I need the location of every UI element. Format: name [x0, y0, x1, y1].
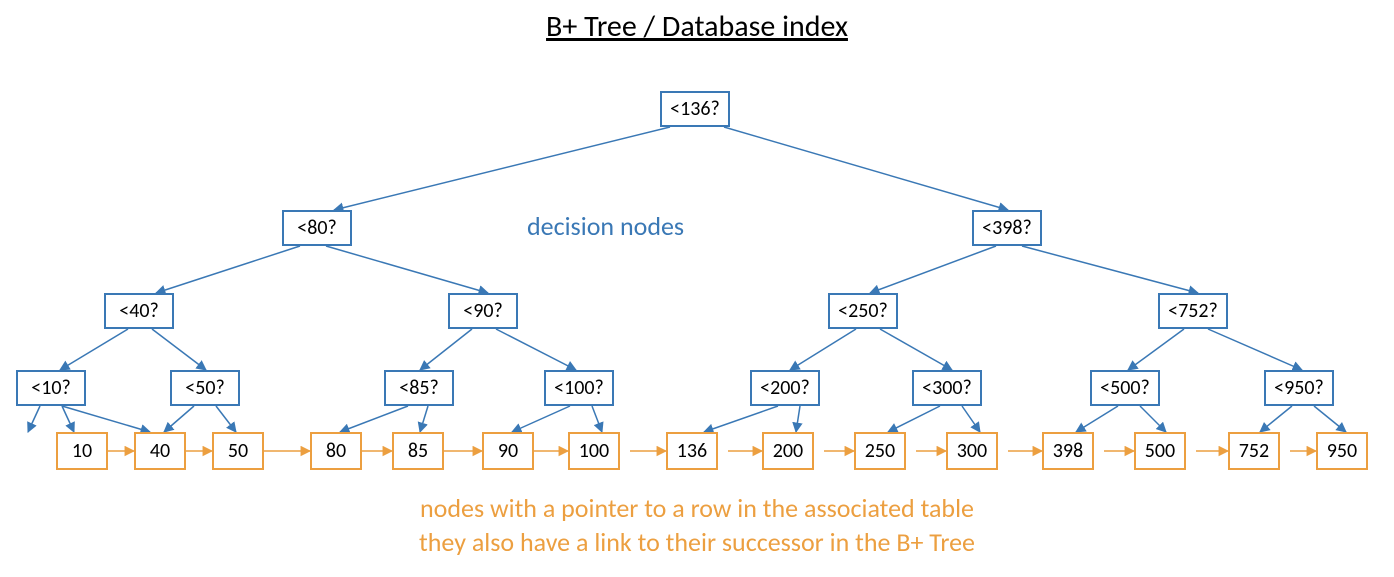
leaf-node: 300	[946, 432, 998, 470]
tree-edge	[334, 127, 670, 210]
tree-edge	[152, 329, 206, 370]
tree-edge	[60, 329, 128, 370]
leaf-node: 136	[666, 432, 718, 470]
leaf-node: 250	[854, 432, 906, 470]
tree-edge	[796, 406, 800, 432]
tree-edge	[1076, 406, 1118, 432]
tree-edge	[724, 127, 1008, 210]
leaf-nodes-label-line2: they also have a link to their successor…	[0, 526, 1394, 558]
tree-edge	[1128, 329, 1184, 370]
leaf-node: 950	[1316, 432, 1368, 470]
decision-node-l3g: <500?	[1090, 370, 1160, 406]
decision-node-l3f: <300?	[912, 370, 982, 406]
tree-edge	[1208, 329, 1302, 370]
tree-edge	[164, 406, 194, 432]
tree-edge	[1140, 406, 1166, 432]
tree-edge	[962, 406, 980, 432]
tree-edge	[870, 246, 996, 293]
leaf-node: 50	[212, 432, 264, 470]
decision-node-l1b: <398?	[972, 210, 1042, 246]
tree-edge	[340, 406, 408, 432]
decision-node-l2a: <40?	[104, 293, 174, 329]
tree-edge	[496, 329, 576, 370]
decision-node-l3a: <10?	[16, 370, 86, 406]
tree-edge	[156, 246, 300, 293]
tree-edge	[512, 406, 570, 432]
leaf-node: 85	[392, 432, 444, 470]
decision-node-l1a: <80?	[282, 210, 352, 246]
tree-edge	[888, 406, 940, 432]
decision-node-root: <136?	[660, 91, 730, 127]
decision-node-l2d: <752?	[1158, 293, 1228, 329]
tree-edge	[704, 406, 778, 432]
tree-edge	[592, 406, 602, 432]
leaf-node: 398	[1042, 432, 1094, 470]
tree-edge	[62, 406, 150, 432]
tree-edge	[880, 329, 952, 370]
leaf-node: 200	[762, 432, 814, 470]
leaf-node: 100	[568, 432, 620, 470]
tree-edge	[62, 406, 74, 432]
decision-nodes-label: decision nodes	[527, 210, 684, 242]
leaf-node: 40	[134, 432, 186, 470]
decision-node-l3e: <200?	[750, 370, 820, 406]
decision-node-l3d: <100?	[544, 370, 614, 406]
edges-layer	[0, 0, 1394, 577]
diagram-title: B+ Tree / Database index	[546, 8, 848, 45]
tree-edge	[1314, 406, 1346, 432]
tree-edge	[1022, 246, 1198, 293]
tree-edge	[1260, 406, 1292, 432]
decision-node-l3b: <50?	[170, 370, 240, 406]
decision-node-l2b: <90?	[448, 293, 518, 329]
leaf-node: 500	[1134, 432, 1186, 470]
decision-node-l2c: <250?	[828, 293, 898, 329]
tree-edge	[28, 406, 40, 432]
tree-edge	[326, 246, 488, 293]
leaf-node: 752	[1228, 432, 1280, 470]
leaf-node: 10	[56, 432, 108, 470]
tree-edge	[216, 406, 236, 432]
decision-node-l3h: <950?	[1264, 370, 1334, 406]
tree-edge	[790, 329, 856, 370]
leaf-node: 80	[310, 432, 362, 470]
leaf-node: 90	[482, 432, 534, 470]
tree-edge	[420, 329, 472, 370]
decision-node-l3c: <85?	[384, 370, 454, 406]
leaf-nodes-label-line1: nodes with a pointer to a row in the ass…	[0, 492, 1394, 524]
tree-edge	[420, 406, 428, 432]
